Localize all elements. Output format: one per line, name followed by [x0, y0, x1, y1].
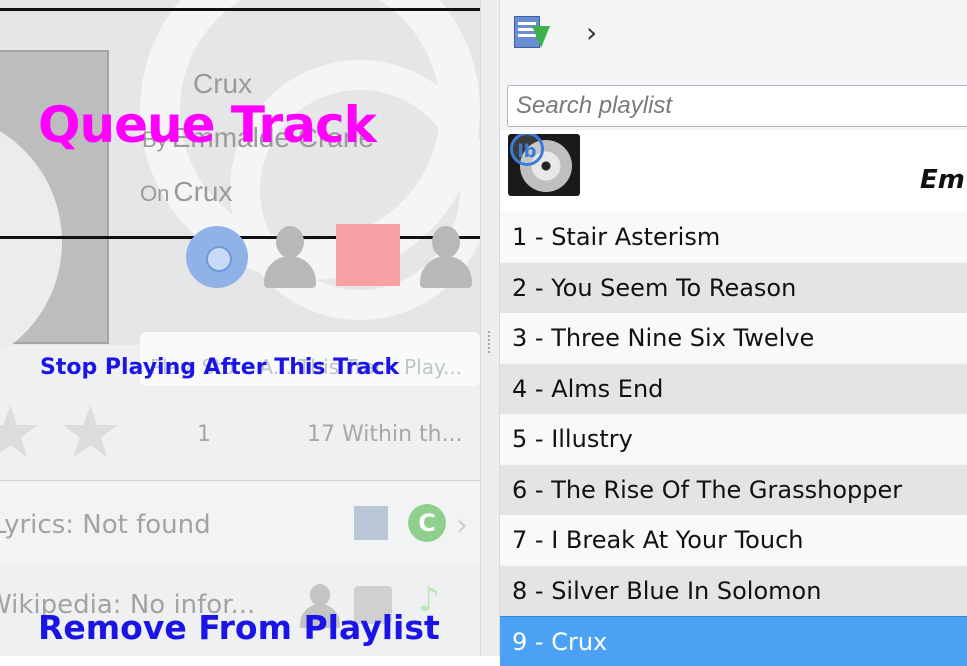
refresh-icon[interactable]: C [408, 504, 446, 542]
table-row[interactable]: 3 - Three Nine Six Twelve [500, 313, 967, 363]
highlight-top-border [0, 8, 480, 11]
table-row[interactable]: 2 - You Seem To Reason [500, 263, 967, 313]
album-cover[interactable] [0, 50, 109, 372]
person-icon[interactable] [418, 226, 474, 288]
track-label: 8 - Silver Blue In Solomon [512, 577, 822, 605]
table-row[interactable]: 8 - Silver Blue In Solomon [500, 566, 967, 616]
playlist-toolbar [500, 0, 967, 80]
person-icon[interactable] [262, 226, 318, 288]
chevron-right-icon[interactable]: › [586, 16, 597, 49]
track-label: 6 - The Rise Of The Grasshopper [512, 476, 903, 504]
table-row-selected[interactable]: 9 - Crux [500, 616, 967, 666]
panel-splitter[interactable] [480, 0, 500, 656]
table-row[interactable]: 1 - Stair Asterism [500, 212, 967, 262]
lyrics-status: Lyrics: Not found [0, 510, 211, 540]
album-group-artist: Em [920, 165, 965, 195]
track-label: 3 - Three Nine Six Twelve [512, 324, 815, 352]
track-album[interactable]: On Crux [140, 176, 232, 208]
track-label: 1 - Stair Asterism [512, 223, 721, 251]
queue-track-overlay-label: Queue Track [38, 96, 377, 154]
search-input[interactable] [507, 85, 967, 127]
track-label: 5 - Illustry [512, 425, 633, 453]
play-count: 1 [197, 422, 211, 447]
table-row[interactable]: 6 - The Rise Of The Grasshopper [500, 465, 967, 515]
album-prefix: On [140, 181, 170, 206]
album-name: Crux [173, 176, 233, 207]
rating-star-icon[interactable]: ★ [0, 396, 43, 468]
stop-icon[interactable] [336, 224, 400, 286]
chevron-right-icon[interactable]: › [456, 508, 468, 543]
table-row[interactable]: 7 - I Break At Your Touch [500, 515, 967, 565]
playlist-icon[interactable] [354, 506, 388, 540]
track-label: 9 - Crux [512, 628, 608, 656]
skip-count: 17 [307, 422, 335, 447]
table-row[interactable]: 4 - Alms End [500, 364, 967, 414]
playlist-download-icon[interactable] [514, 16, 550, 50]
splitter-grip-icon[interactable] [487, 330, 491, 354]
stop-after-track-overlay-label: Stop Playing After This Track [40, 355, 400, 380]
track-label: 4 - Alms End [512, 375, 664, 403]
album-thumbnail: lb [508, 134, 580, 196]
rating-star-icon[interactable]: ★ [58, 396, 123, 468]
table-row[interactable]: 5 - Illustry [500, 414, 967, 464]
track-label: 7 - I Break At Your Touch [512, 526, 804, 554]
track-label: 2 - You Seem To Reason [512, 274, 797, 302]
last-played: Within th... [342, 422, 463, 447]
divider [0, 480, 480, 481]
disc-icon[interactable] [186, 226, 248, 288]
remove-from-playlist-overlay-label: Remove From Playlist [38, 608, 440, 647]
